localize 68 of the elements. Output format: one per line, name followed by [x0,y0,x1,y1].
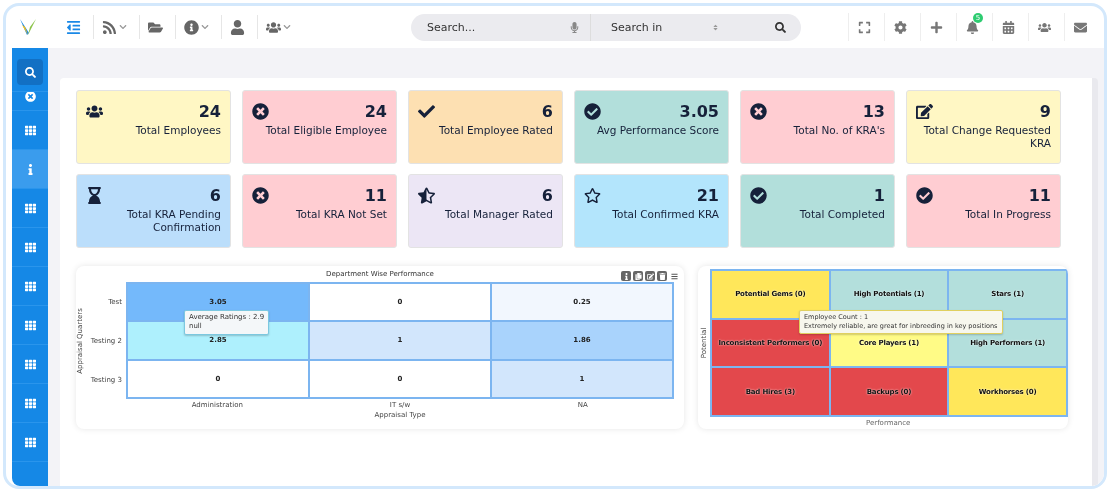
delete-button[interactable] [657,271,667,281]
grid-icon [24,397,36,409]
stat-value: 24 [198,102,221,121]
stat-value: 9 [1039,102,1051,121]
info-button[interactable] [621,271,631,281]
copy-icon [634,272,642,280]
checkmark-icon [418,103,435,120]
edit-icon [646,272,654,280]
settings-icon[interactable] [894,20,907,34]
stat-value: 3.05 [679,102,719,121]
plus-icon[interactable] [930,20,943,34]
stat-label: Total Employees [134,124,221,137]
stat-label: Total Confirmed KRA [611,208,719,221]
stat-value: 1 [873,186,885,205]
stat-value: 6 [209,186,221,205]
sort-icon [712,23,720,31]
half-star-icon [418,187,435,204]
stat-label: Avg Performance Score [595,124,719,137]
stat-value: 6 [541,102,553,121]
stat-label: Total KRA Not Set [294,208,387,221]
stat-label: Total KRA Pending Confirmation [125,208,221,234]
edit-button[interactable] [645,271,655,281]
caret-icon[interactable] [283,23,291,31]
star-icon [584,187,601,204]
stat-label: Total Completed [798,208,885,221]
users-icon [86,103,103,120]
bell-icon[interactable] [966,20,979,34]
calendar-icon[interactable] [1002,20,1015,34]
scan-icon[interactable] [858,20,871,34]
trash-icon [658,272,666,280]
stat-value: 13 [862,102,885,121]
menu-icon[interactable] [670,272,678,280]
user-icon [230,19,245,35]
grid-icon [24,280,36,292]
rss-icon [102,19,117,35]
search-icon[interactable] [775,21,786,33]
copy-button[interactable] [633,271,643,281]
caret-icon[interactable] [119,23,127,31]
caret-icon[interactable] [201,23,209,31]
indent-icon [66,19,81,35]
stat-label: Total No. of KRA's [792,124,885,137]
stat-value: 11 [1028,186,1051,205]
users-icon[interactable] [1038,20,1051,34]
grid-icon [24,358,36,370]
mail-icon[interactable] [1074,20,1087,34]
search-icon [24,66,36,78]
search-field[interactable]: Search... [425,19,569,35]
stat-label: Total Manager Rated [444,208,553,221]
microphone-icon[interactable] [569,21,580,33]
grid-icon [24,436,36,448]
edit-icon [916,103,933,120]
stat-value: 24 [364,102,387,121]
grid-icon [24,241,36,253]
stat-label: Total Employee Rated [438,124,553,137]
stat-label: Total Eligible Employee [264,124,387,137]
hourglass-icon [86,187,103,204]
stat-value: 11 [364,186,387,205]
grid-icon [24,124,36,136]
grid-icon [24,319,36,331]
stat-value: 21 [696,186,719,205]
stat-value: 6 [541,186,553,205]
users-icon [266,19,281,35]
info-icon [184,19,199,35]
info-icon [622,272,630,280]
stat-label: Total In Progress [964,208,1051,221]
grid-icon [24,202,36,214]
stat-label: Total Change Requested KRA [922,124,1051,150]
search-scope-select[interactable]: Search in [590,13,751,41]
